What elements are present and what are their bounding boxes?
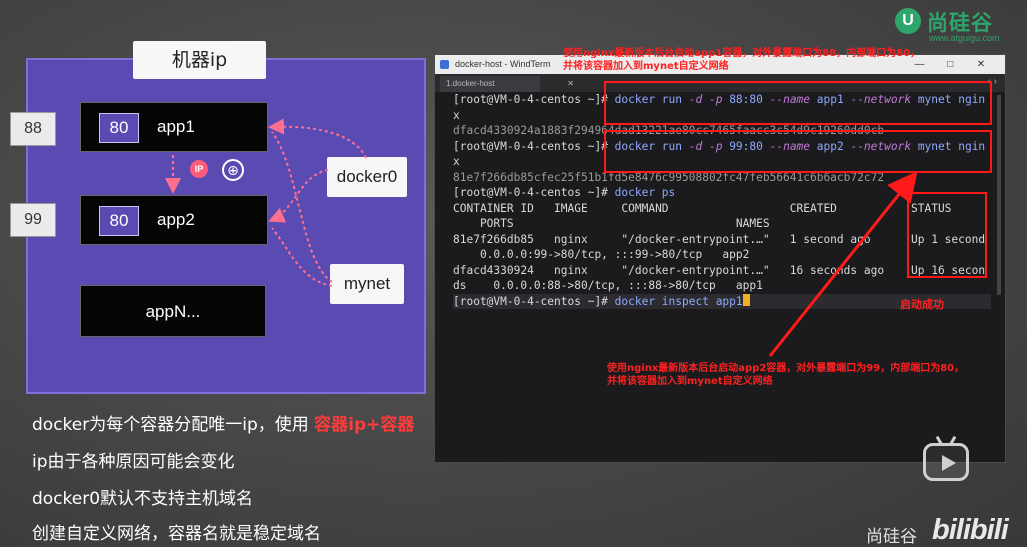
- bilibili-tv-icon[interactable]: [923, 443, 969, 481]
- bilibili-logo: bilibili: [932, 514, 1009, 546]
- play-icon: [942, 455, 956, 471]
- annotation-arrow: [768, 170, 918, 357]
- logo-url: www.atguigu.com: [929, 33, 1000, 43]
- footer-brand: 尚硅谷: [866, 527, 917, 547]
- atguigu-logo: U 尚硅谷 www.atguigu.com: [895, 6, 1020, 46]
- logo-u-icon: U: [895, 8, 921, 34]
